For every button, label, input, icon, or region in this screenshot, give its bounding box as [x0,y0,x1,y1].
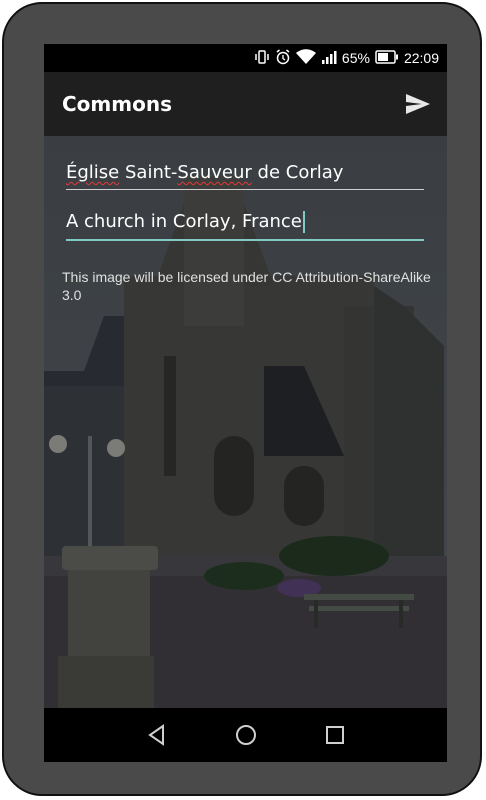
title-word-1: Église [66,162,120,183]
back-icon [148,724,164,746]
navigation-bar [44,708,447,762]
title-word-3: Sauveur [177,162,252,183]
title-input[interactable]: Église Saint-Sauveur de Corlay [66,162,424,190]
phone-screen: 65% 22:09 Commons Église Saint-Sauveur d… [44,44,447,762]
battery-icon [375,49,399,67]
cell-signal-icon [321,49,337,68]
status-bar: 65% 22:09 [44,44,447,72]
send-icon [406,94,430,114]
back-button[interactable] [142,720,172,750]
description-input[interactable]: A church in Corlay, France [66,211,424,241]
upload-detail-content: Église Saint-Sauveur de Corlay A church … [44,136,447,708]
send-button[interactable] [403,90,433,118]
home-icon [236,725,256,745]
title-segment-4: de Corlay [251,162,344,183]
clock: 22:09 [403,50,439,66]
app-title: Commons [62,92,172,116]
home-button[interactable] [231,720,261,750]
app-bar: Commons [44,72,447,136]
description-value: A church in Corlay, France [66,211,302,232]
wifi-icon [295,48,316,68]
license-notice: This image will be licensed under CC Att… [62,269,431,303]
device-frame: 65% 22:09 Commons Église Saint-Sauveur d… [2,2,482,796]
title-segment-2: Saint- [119,162,178,183]
text-cursor [302,211,305,233]
recents-icon [326,726,344,744]
alarm-icon [275,48,291,68]
battery-percent: 65% [341,50,370,66]
recents-button[interactable] [320,720,350,750]
vibrate-icon [254,49,270,68]
